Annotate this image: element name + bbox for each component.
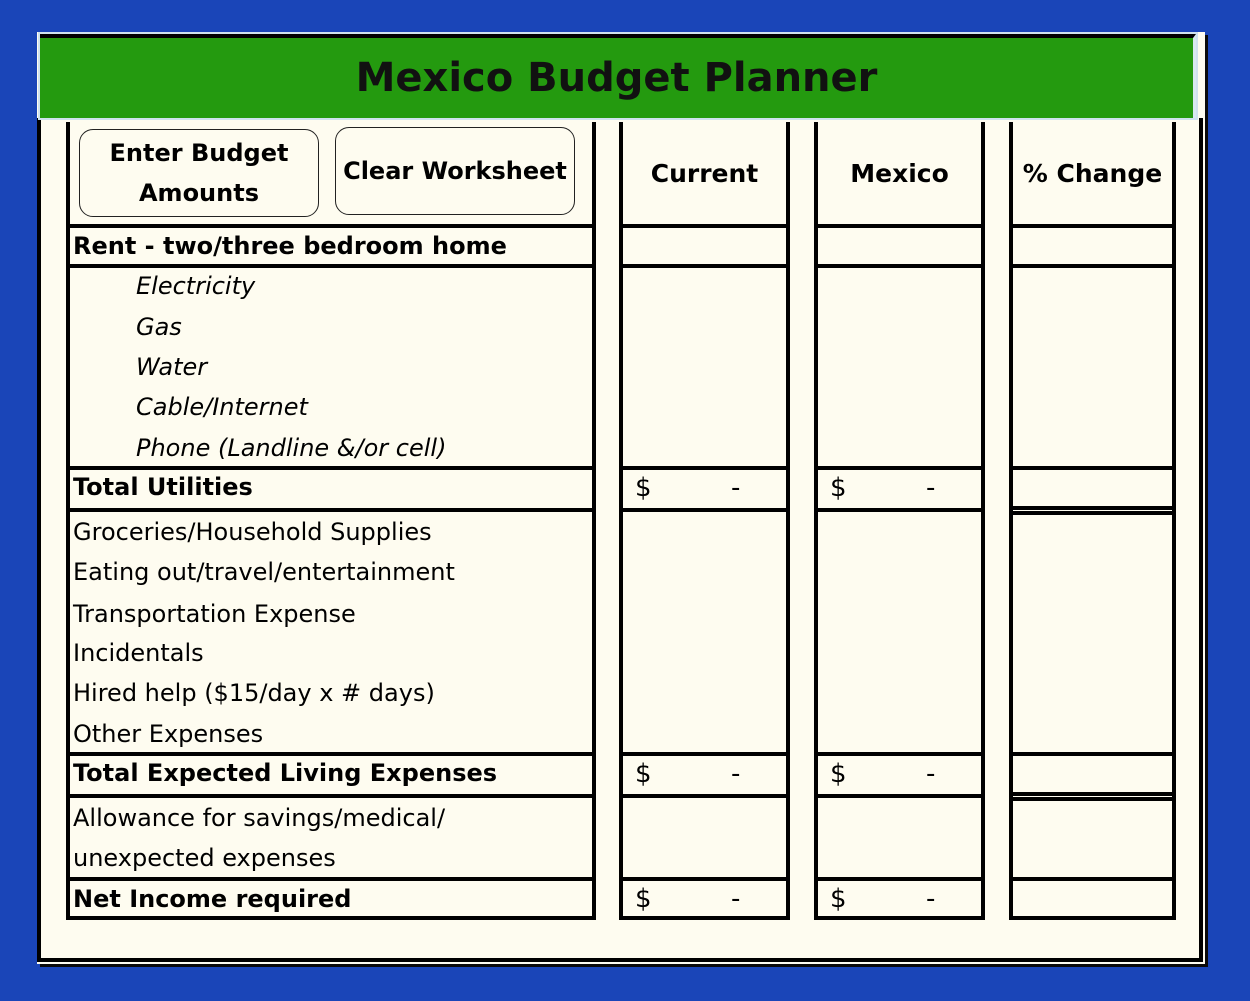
row-divider xyxy=(66,877,596,881)
currency-symbol: $ xyxy=(830,473,847,503)
header-pct-change: % Change xyxy=(1022,159,1163,188)
row-divider xyxy=(1009,792,1176,796)
currency-symbol: $ xyxy=(830,884,847,914)
row-label-rent: Rent - two/three bedroom home xyxy=(73,232,507,260)
row-label-transportation: Transportation Expense xyxy=(73,600,356,628)
row-divider xyxy=(66,508,596,512)
total-utilities-mexico-value: - xyxy=(926,473,936,503)
row-divider xyxy=(619,752,790,756)
row-label-phone: Phone (Landline &/or cell) xyxy=(136,434,447,462)
row-divider xyxy=(1009,797,1176,801)
row-divider xyxy=(619,466,790,470)
row-divider xyxy=(619,877,790,881)
row-label-cable-internet: Cable/Internet xyxy=(136,393,308,421)
mexico-utilities-input[interactable] xyxy=(818,268,981,466)
row-divider xyxy=(814,877,985,881)
row-divider xyxy=(1009,916,1176,920)
currency-symbol: $ xyxy=(635,884,652,914)
row-divider xyxy=(619,916,790,920)
row-label-other-expenses: Other Expenses xyxy=(73,720,264,748)
row-divider xyxy=(814,752,985,756)
row-divider xyxy=(1009,466,1176,470)
row-label-total-utilities: Total Utilities xyxy=(73,473,253,501)
row-divider xyxy=(66,752,596,756)
row-divider xyxy=(1009,506,1176,510)
row-label-hired-help: Hired help ($15/day x # days) xyxy=(73,679,435,707)
current-rent-input[interactable] xyxy=(623,228,786,264)
row-divider xyxy=(66,264,596,268)
row-label-allowance-line1: Allowance for savings/medical/ xyxy=(73,804,446,832)
current-utilities-input[interactable] xyxy=(623,268,786,466)
row-divider xyxy=(1009,752,1176,756)
header-current: Current xyxy=(650,159,759,188)
row-label-electricity: Electricity xyxy=(136,272,256,300)
current-living-input[interactable] xyxy=(623,512,786,752)
mexico-living-input[interactable] xyxy=(818,512,981,752)
currency-symbol: $ xyxy=(830,759,847,789)
header-mexico: Mexico xyxy=(850,159,949,188)
row-divider xyxy=(814,916,985,920)
row-label-allowance-line2: unexpected expenses xyxy=(73,844,336,872)
total-utilities-current-value: - xyxy=(731,473,741,503)
row-divider xyxy=(1009,224,1176,228)
row-divider xyxy=(66,794,596,798)
title-bar: Mexico Budget Planner xyxy=(38,32,1198,120)
total-living-current-value: - xyxy=(731,759,741,789)
row-divider xyxy=(1009,264,1176,268)
total-living-mexico-value: - xyxy=(926,759,936,789)
row-label-gas: Gas xyxy=(136,313,182,341)
row-label-groceries: Groceries/Household Supplies xyxy=(73,518,432,546)
net-income-mexico-value: - xyxy=(926,884,936,914)
page-title: Mexico Budget Planner xyxy=(355,55,878,101)
row-divider xyxy=(66,466,596,470)
currency-symbol: $ xyxy=(635,759,652,789)
row-label-eating-out: Eating out/travel/entertainment xyxy=(73,558,455,586)
row-divider xyxy=(66,916,596,920)
current-allowance-input[interactable] xyxy=(623,798,786,877)
row-label-net-income: Net Income required xyxy=(73,885,352,913)
row-label-incidentals: Incidentals xyxy=(73,639,204,667)
row-divider xyxy=(1009,511,1176,515)
mexico-allowance-input[interactable] xyxy=(818,798,981,877)
row-label-total-living: Total Expected Living Expenses xyxy=(73,759,498,787)
net-income-current-value: - xyxy=(731,884,741,914)
currency-symbol: $ xyxy=(635,473,652,503)
row-label-water: Water xyxy=(136,353,208,381)
row-divider xyxy=(1009,877,1176,881)
row-divider xyxy=(814,466,985,470)
mexico-rent-input[interactable] xyxy=(818,228,981,264)
row-divider xyxy=(66,224,596,228)
